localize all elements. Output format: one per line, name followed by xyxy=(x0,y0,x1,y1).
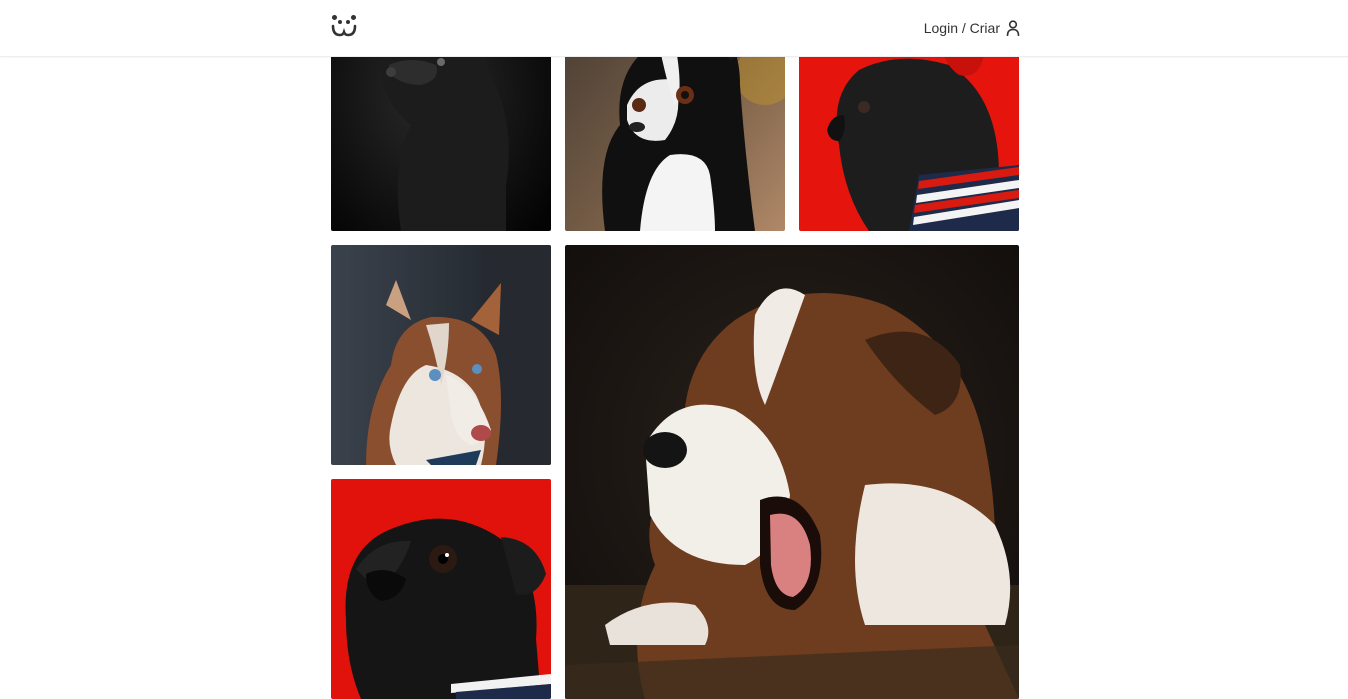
login-link[interactable]: Login / Criar xyxy=(924,17,1020,39)
photo-feed xyxy=(331,0,1019,699)
dog-face-logo-icon[interactable] xyxy=(331,14,357,38)
user-icon xyxy=(1006,20,1020,36)
top-header: Login / Criar xyxy=(0,0,1348,57)
feed-photo-husky[interactable] xyxy=(331,245,551,465)
feed-photo-pug-red[interactable] xyxy=(331,479,551,699)
login-label: Login / Criar xyxy=(923,20,1000,36)
feed-photo-yawning-puppy[interactable] xyxy=(565,245,1019,699)
